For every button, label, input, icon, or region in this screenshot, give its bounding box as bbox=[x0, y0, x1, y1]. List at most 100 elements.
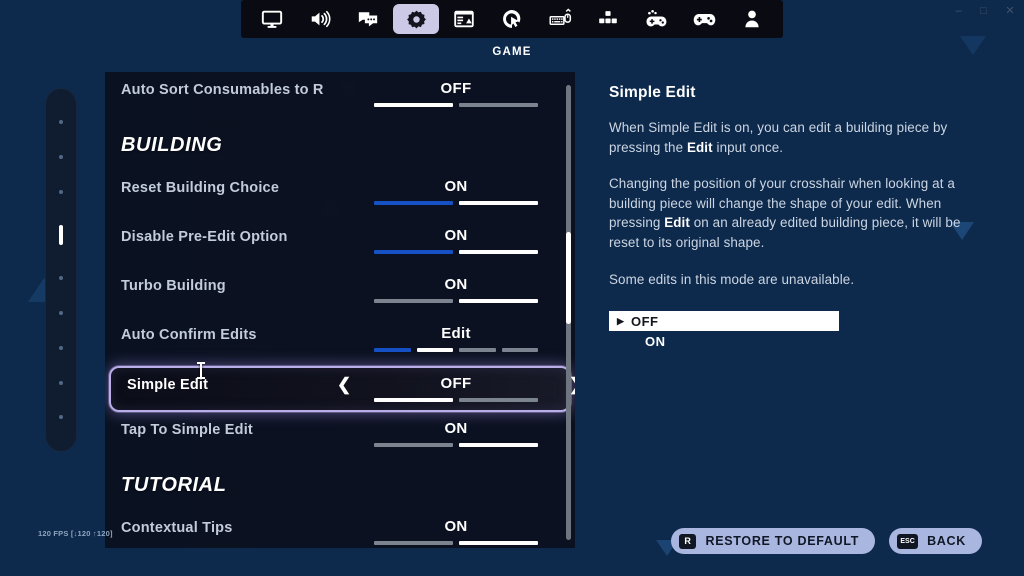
account-icon bbox=[745, 10, 759, 28]
settings-row-label: Disable Pre-Edit Option bbox=[121, 229, 288, 245]
settings-row-selected[interactable]: Simple Edit ❮❯OFF bbox=[109, 366, 575, 412]
rail-dot-active[interactable] bbox=[59, 225, 63, 246]
settings-row[interactable]: Auto Sort Consumables to R OFF bbox=[105, 72, 575, 121]
settings-row-control[interactable]: ON bbox=[353, 268, 559, 303]
detail-option-list[interactable]: ▶ OFF ▶ON bbox=[609, 311, 839, 351]
settings-row-control[interactable]: Edit bbox=[353, 317, 559, 352]
segment-gray bbox=[459, 103, 538, 107]
settings-list: Auto Sort Consumables to R OFF BUILDING Res… bbox=[105, 72, 575, 548]
nav-item-hud[interactable] bbox=[441, 4, 487, 34]
back-button[interactable]: ESC BACK bbox=[889, 528, 982, 554]
nav-item-account[interactable] bbox=[729, 4, 775, 34]
segment-gray bbox=[459, 348, 496, 352]
settings-row[interactable]: Turbo Building ON bbox=[105, 268, 575, 317]
settings-scrollbar-track[interactable] bbox=[566, 85, 571, 540]
rail-dot[interactable] bbox=[59, 345, 63, 350]
rail-dot[interactable] bbox=[59, 155, 63, 160]
settings-row-label: Auto Confirm Edits bbox=[121, 327, 257, 343]
rail-dot[interactable] bbox=[59, 190, 63, 195]
keybinds-icon bbox=[599, 11, 617, 24]
settings-group-heading: BUILDING bbox=[121, 134, 223, 156]
settings-row-control[interactable]: ON bbox=[353, 412, 559, 447]
detail-title: Simple Edit bbox=[609, 84, 696, 101]
rail-dot[interactable] bbox=[59, 310, 63, 315]
settings-row-value: ON bbox=[444, 227, 468, 244]
settings-row-segments bbox=[374, 348, 538, 352]
settings-row[interactable]: Tap To Simple Edit ON bbox=[105, 412, 575, 461]
nav-item-game[interactable] bbox=[393, 4, 439, 34]
top-navigation-bar bbox=[241, 0, 783, 38]
rail-dot[interactable] bbox=[59, 120, 63, 125]
settings-row-segments bbox=[374, 250, 538, 254]
settings-row-value: ON bbox=[444, 420, 468, 437]
maximize-icon[interactable]: □ bbox=[980, 5, 987, 17]
restore-to-default-label: RESTORE TO DEFAULT bbox=[705, 534, 860, 548]
segment-white bbox=[374, 103, 453, 107]
segment-white bbox=[459, 443, 538, 447]
detail-option-label: OFF bbox=[631, 313, 659, 329]
settings-row-value: ON bbox=[444, 518, 468, 535]
detail-option-on[interactable]: ▶ON bbox=[609, 331, 839, 351]
segment-gray bbox=[374, 541, 453, 545]
settings-row-label: Contextual Tips bbox=[121, 520, 233, 536]
settings-row-control[interactable]: ON bbox=[353, 510, 559, 545]
settings-row-segments bbox=[374, 398, 538, 402]
active-tab-label: GAME bbox=[492, 46, 532, 58]
segment-gray bbox=[374, 443, 453, 447]
settings-row-control[interactable]: ❮❯OFF bbox=[337, 368, 575, 402]
settings-row[interactable]: Reset Building Choice ON bbox=[105, 170, 575, 219]
settings-row-label: Turbo Building bbox=[121, 278, 226, 294]
settings-scrollbar-thumb[interactable] bbox=[566, 232, 571, 324]
settings-row[interactable]: Auto Confirm Edits Edit bbox=[105, 317, 575, 366]
nav-item-video[interactable] bbox=[249, 4, 295, 34]
segment-white bbox=[416, 348, 453, 352]
nav-item-audio[interactable] bbox=[297, 4, 343, 34]
nav-item-social[interactable] bbox=[345, 4, 391, 34]
detail-option-off[interactable]: ▶ OFF bbox=[609, 311, 839, 332]
monitor-icon bbox=[261, 10, 283, 28]
minimize-icon[interactable]: – bbox=[955, 5, 961, 17]
settings-row-label: Reset Building Choice bbox=[121, 180, 280, 196]
settings-row-label: Tap To Simple Edit bbox=[121, 422, 253, 438]
speaker-icon bbox=[311, 10, 331, 28]
segment-blue bbox=[374, 201, 453, 205]
chevron-left-icon[interactable]: ❮ bbox=[337, 376, 351, 394]
gamepad-icon bbox=[693, 14, 715, 26]
settings-row[interactable]: Disable Pre-Edit Option ON bbox=[105, 219, 575, 268]
rail-dot[interactable] bbox=[59, 275, 63, 280]
rail-dot[interactable] bbox=[59, 380, 63, 385]
nav-item-controller[interactable] bbox=[633, 4, 679, 34]
segment-white bbox=[459, 541, 538, 545]
top-navigation: GAME bbox=[0, 0, 1024, 64]
settings-row[interactable]: Contextual Tips ON bbox=[105, 510, 575, 548]
settings-row-control[interactable]: OFF bbox=[353, 72, 559, 107]
detail-emphasis: Edit bbox=[686, 139, 713, 155]
section-rail[interactable] bbox=[45, 88, 77, 452]
window-controls[interactable]: – □ ✕ bbox=[946, 0, 1024, 22]
nav-item-input[interactable] bbox=[537, 4, 583, 34]
settings-row-value: Edit bbox=[441, 325, 471, 342]
detail-paragraph: Changing the position of your crosshair … bbox=[609, 174, 981, 252]
detail-option-label: ON bbox=[645, 333, 666, 349]
controller-config-icon bbox=[646, 9, 666, 27]
fortnite-settings-screen: – □ ✕ GAME Auto Sort Consumables to R OF… bbox=[0, 0, 1024, 576]
nav-item-keybinds[interactable] bbox=[585, 4, 631, 34]
settings-row-label: Auto Sort Consumables to R bbox=[121, 82, 324, 98]
detail-paragraph: When Simple Edit is on, you can edit a b… bbox=[609, 118, 981, 157]
settings-row-control[interactable]: ON bbox=[353, 219, 559, 254]
settings-row-control[interactable]: ON bbox=[353, 170, 559, 205]
close-icon[interactable]: ✕ bbox=[1005, 5, 1014, 17]
detail-text: Some edits in this mode are unavailable. bbox=[609, 271, 855, 287]
nav-item-touch[interactable] bbox=[489, 4, 535, 34]
back-label: BACK bbox=[927, 534, 966, 548]
settings-row-segments bbox=[374, 443, 538, 447]
footer-buttons: R RESTORE TO DEFAULT ESC BACK bbox=[671, 528, 982, 554]
restore-to-default-button[interactable]: R RESTORE TO DEFAULT bbox=[671, 528, 876, 554]
nav-item-gamepad[interactable] bbox=[681, 4, 727, 34]
keyboard-mouse-icon bbox=[548, 8, 571, 26]
settings-row-value: OFF bbox=[440, 80, 472, 97]
detail-panel: Simple Edit When Simple Edit is on, you … bbox=[609, 84, 981, 351]
rail-dot[interactable] bbox=[59, 415, 63, 420]
segment-gray bbox=[459, 398, 538, 402]
settings-row-value: OFF bbox=[440, 375, 472, 392]
